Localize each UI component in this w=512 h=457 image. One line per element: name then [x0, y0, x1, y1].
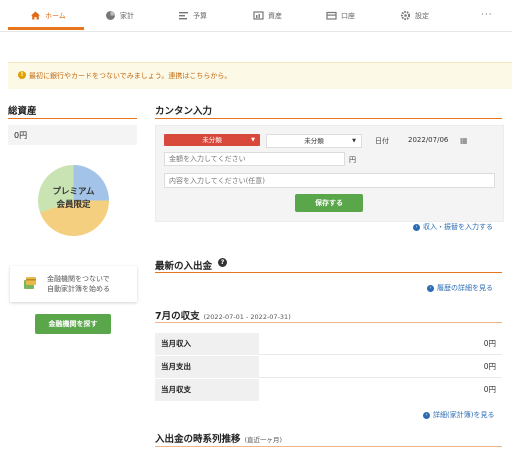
tab-accounts[interactable]: 口座	[326, 0, 355, 31]
calendar-icon[interactable]: ▦	[460, 136, 468, 145]
arrow-right-circle-icon: ›	[413, 223, 420, 231]
bank-card-line1: 金融機関をつないで	[47, 275, 110, 283]
timeseries-title-rule	[155, 446, 502, 447]
row-value: 0円	[483, 339, 496, 348]
find-bank-button[interactable]: 金融機関を探す	[35, 314, 111, 334]
table-row: 当月支出 0円	[155, 356, 502, 378]
row-label: 当月支出	[155, 356, 259, 378]
tab-home-label: ホーム	[45, 11, 66, 20]
tab-assets[interactable]: 資産	[253, 0, 282, 31]
arrow-right-circle-icon: ›	[423, 411, 430, 419]
quick-input-title-rule	[155, 118, 502, 119]
notice-text[interactable]: 最初に銀行やカードをつないでみましょう。連携はこちらから。	[29, 71, 231, 81]
quick-input-panel: 未分類 ▼ 未分類 ▼ 日付 2022/07/06 ▦ 円 保存する	[155, 125, 504, 222]
assets-icon	[253, 10, 264, 21]
bank-card-line2: 自動家計簿を始める	[47, 285, 110, 293]
input-income-transfer-link[interactable]: › 収入・振替を入力する	[413, 222, 493, 232]
date-label: 日付	[375, 137, 389, 145]
assets-title: 総資産	[8, 106, 37, 117]
household-detail-label: 詳細(家計簿)を見る	[433, 411, 495, 419]
premium-only-label: プレミアム 会員限定	[38, 186, 109, 212]
premium-label-line2: 会員限定	[56, 200, 91, 210]
bank-card-icon	[23, 275, 37, 291]
table-row: 当月収入 0円	[155, 333, 502, 355]
accounts-icon	[326, 10, 337, 21]
help-icon[interactable]: ?	[218, 258, 227, 267]
household-icon	[105, 10, 116, 21]
budget-icon	[178, 10, 189, 21]
row-value: 0円	[483, 362, 496, 371]
household-detail-link[interactable]: › 詳細(家計簿)を見る	[423, 410, 494, 420]
tab-settings-label: 設定	[415, 11, 429, 20]
arrow-right-circle-icon: ›	[427, 284, 434, 292]
info-icon: !	[18, 71, 26, 79]
tab-accounts-label: 口座	[341, 11, 355, 20]
chevron-down-icon: ▼	[352, 138, 356, 144]
connect-bank-card[interactable]: 金融機関をつないで 自動家計簿を始める	[10, 266, 137, 302]
memo-input[interactable]	[164, 173, 495, 188]
tab-budget[interactable]: 予算	[178, 0, 207, 31]
gear-icon	[400, 10, 411, 21]
recent-title: 最新の入出金	[155, 261, 213, 272]
row-divider	[259, 354, 502, 355]
row-value: 0円	[483, 385, 496, 394]
total-assets-value: 0円	[14, 131, 28, 140]
tab-budget-label: 予算	[193, 11, 207, 20]
recent-title-rule	[155, 272, 502, 273]
history-detail-link[interactable]: › 履歴の詳細を見る	[427, 283, 493, 293]
timeseries-title: 入出金の時系列推移	[155, 434, 241, 445]
timeseries-range: (直近一ヶ月)	[244, 436, 283, 444]
tab-settings[interactable]: 設定	[400, 0, 429, 31]
row-label: 当月収支	[155, 379, 259, 401]
amount-input[interactable]	[164, 152, 345, 166]
total-assets-box: 0円	[8, 125, 137, 145]
monthly-table: 当月収入 0円 当月支出 0円 当月収支 0円	[155, 333, 502, 401]
more-menu-button[interactable]: ···	[481, 10, 493, 20]
history-detail-label: 履歴の詳細を見る	[437, 284, 493, 292]
notice-bar[interactable]: ! 最初に銀行やカードをつないでみましょう。連携はこちらから。	[8, 62, 512, 89]
input-income-transfer-label: 収入・振替を入力する	[423, 223, 493, 231]
monthly-header: 7月の収支 (2022-07-01 - 2022-07-31)	[155, 308, 291, 322]
category-sub-value: 未分類	[304, 137, 324, 145]
category-main-select[interactable]: 未分類 ▼	[164, 134, 260, 146]
table-row: 当月収支 0円	[155, 379, 502, 401]
monthly-range: (2022-07-01 - 2022-07-31)	[203, 313, 291, 321]
tab-household[interactable]: 家計	[105, 0, 134, 31]
monthly-title-rule	[155, 322, 502, 323]
timeseries-header: 入出金の時系列推移 (直近一ヶ月)	[155, 431, 282, 445]
home-icon	[30, 10, 41, 21]
save-button[interactable]: 保存する	[295, 194, 363, 212]
monthly-title: 7月の収支	[155, 311, 200, 322]
chevron-down-icon: ▼	[251, 137, 255, 143]
premium-label-line1: プレミアム	[52, 187, 95, 197]
tab-household-label: 家計	[120, 11, 134, 20]
tab-assets-label: 資産	[268, 11, 282, 20]
row-divider	[259, 377, 502, 378]
row-label: 当月収入	[155, 333, 259, 355]
date-value[interactable]: 2022/07/06	[408, 136, 448, 144]
yen-unit: 円	[349, 156, 356, 164]
active-tab-indicator	[8, 27, 84, 30]
category-main-value: 未分類	[202, 136, 222, 144]
category-sub-select[interactable]: 未分類 ▼	[266, 134, 362, 148]
assets-title-rule	[8, 118, 137, 119]
quick-input-title: カンタン入力	[155, 106, 213, 117]
